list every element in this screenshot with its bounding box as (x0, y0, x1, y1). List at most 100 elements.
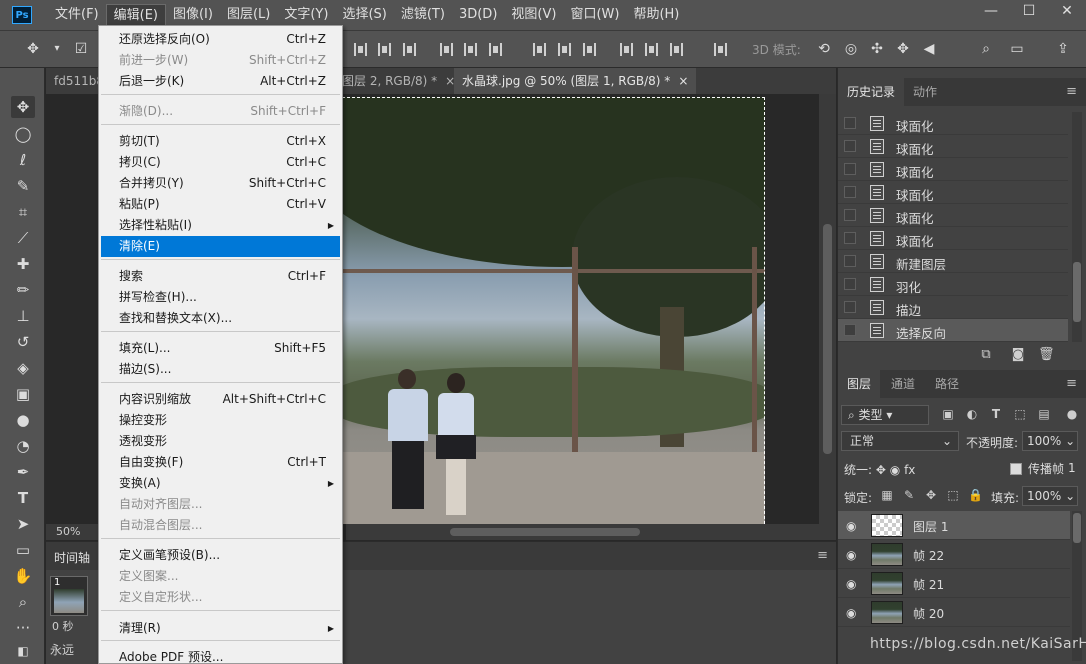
history-item[interactable]: 新建图层 (838, 250, 1068, 273)
zoom-tool-icon[interactable]: ⌕ (11, 591, 35, 613)
edit-menu-item[interactable]: 定义画笔预设(B)... (101, 545, 340, 566)
type-tool-icon[interactable]: T (11, 487, 35, 509)
pixel-filter-icon[interactable]: ▣ (940, 407, 956, 423)
opacity-input[interactable]: 100% ⌄ (1022, 431, 1078, 451)
distribute-hcenter-icon[interactable] (645, 43, 658, 56)
distribute-bottom-icon[interactable] (583, 43, 596, 56)
quick-select-icon[interactable]: ✎ (11, 175, 35, 197)
tab-actions[interactable]: 动作 (904, 78, 946, 106)
history-item[interactable]: 球面化 (838, 181, 1068, 204)
snapshot-checkbox[interactable] (844, 301, 856, 313)
fill-input[interactable]: 100% ⌄ (1022, 486, 1078, 506)
menu-edit[interactable]: 编辑(E) (105, 3, 166, 28)
healing-brush-icon[interactable]: ✚ (11, 253, 35, 275)
tab-paths[interactable]: 路径 (926, 370, 968, 398)
edit-menu-item[interactable]: 自由变换(F) Ctrl+T (101, 452, 340, 473)
snapshot-checkbox[interactable] (844, 209, 856, 221)
history-item-current[interactable]: 选择反向 (838, 319, 1068, 342)
eraser-icon[interactable]: ◈ (11, 357, 35, 379)
edit-menu-item[interactable]: Adobe PDF 预设... (101, 647, 340, 663)
pen-tool-icon[interactable]: ✒ (11, 461, 35, 483)
history-item[interactable]: 羽化 (838, 273, 1068, 296)
lock-all-icon[interactable]: 🔒 (968, 488, 983, 502)
loop-control[interactable]: 永远 (50, 641, 74, 658)
edit-menu-item[interactable]: 后退一步(K) Alt+Ctrl+Z (101, 71, 340, 92)
visibility-eye-icon[interactable]: ◉ (846, 577, 856, 591)
vertical-scrollbar[interactable] (819, 94, 836, 524)
edit-menu-item[interactable]: 还原选择反向(O) Ctrl+Z (101, 29, 340, 50)
visibility-eye-icon[interactable]: ◉ (846, 548, 856, 562)
move-tool-icon[interactable]: ✥ (24, 40, 42, 58)
close-icon[interactable]: × (678, 74, 688, 88)
camera-icon[interactable]: ◙ (1010, 347, 1026, 363)
edit-menu-item[interactable]: 变换(A) ▶ (101, 473, 340, 494)
hand-tool-icon[interactable]: ✋ (11, 565, 35, 587)
canvas-image[interactable] (342, 97, 765, 524)
lock-transparency-icon[interactable]: ▦ (880, 488, 894, 502)
tab-layers[interactable]: 图层 (838, 370, 881, 398)
blur-tool-icon[interactable]: ● (11, 409, 35, 431)
search-icon[interactable]: ⌕ (977, 40, 995, 58)
more-tools-icon[interactable]: ··· (11, 617, 35, 639)
marquee-tool-icon[interactable]: ◯ (11, 123, 35, 145)
layer-row[interactable]: ◉ 图层 1 (838, 511, 1070, 540)
layer-row[interactable]: ◉ 帧 20 (838, 598, 1070, 627)
path-select-icon[interactable]: ➤ (11, 513, 35, 535)
snapshot-checkbox[interactable] (844, 232, 856, 244)
close-icon[interactable]: ✕ (1048, 0, 1086, 22)
edit-menu-item[interactable]: 粘贴(P) Ctrl+V (101, 194, 340, 215)
menu-3d[interactable]: 3D(D) (452, 0, 504, 30)
horizontal-scrollbar[interactable] (346, 524, 836, 540)
auto-select-checkbox[interactable]: ☑ (72, 40, 90, 58)
panel-menu-icon[interactable]: ≡ (1066, 84, 1077, 99)
edit-menu-item[interactable]: 内容识别缩放 Alt+Shift+Ctrl+C (101, 389, 340, 410)
new-document-from-state-icon[interactable]: ⧉ (978, 347, 994, 363)
loop-options[interactable]: 永远 (50, 643, 74, 657)
menu-help[interactable]: 帮助(H) (626, 0, 686, 30)
layer-row[interactable]: ◉ 帧 21 (838, 569, 1070, 598)
history-item[interactable]: 球面化 (838, 112, 1068, 135)
snapshot-checkbox[interactable] (844, 255, 856, 267)
edit-menu-item[interactable]: 清理(R) ▶ (101, 618, 340, 639)
history-item[interactable]: 球面化 (838, 204, 1068, 227)
align-top-icon[interactable] (354, 43, 367, 56)
snapshot-checkbox[interactable] (844, 278, 856, 290)
auto-align-icon[interactable] (714, 43, 727, 56)
menu-select[interactable]: 选择(S) (335, 0, 393, 30)
menu-filter[interactable]: 滤镜(T) (394, 0, 452, 30)
edit-menu-item[interactable]: 拼写检查(H)... (101, 287, 340, 308)
move-tool-icon[interactable]: ✥ (11, 96, 35, 118)
pan-3d-icon[interactable]: ✣ (868, 40, 886, 58)
color-swatches-icon[interactable]: ◧ (11, 640, 35, 662)
frame-delay[interactable]: 0 秒 (52, 618, 74, 634)
edit-menu-item[interactable]: 描边(S)... (101, 359, 340, 380)
menu-file[interactable]: 文件(F) (48, 0, 106, 30)
distribute-top-icon[interactable] (533, 43, 546, 56)
menu-view[interactable]: 视图(V) (504, 0, 563, 30)
tab-history[interactable]: 历史记录 (838, 78, 905, 106)
layer-filter-select[interactable]: ⌕ 类型 ▾ (841, 405, 929, 425)
scale-3d-icon[interactable]: ◀ (920, 40, 938, 58)
lock-artboard-icon[interactable]: ⬚ (946, 488, 960, 502)
blend-mode-select[interactable]: 正常 ⌄ (841, 431, 959, 451)
gradient-icon[interactable]: ▣ (11, 383, 35, 405)
distribute-left-icon[interactable] (620, 43, 633, 56)
unify-visibility-icon[interactable]: ◉ (890, 463, 900, 477)
share-icon[interactable]: ⇪ (1054, 40, 1072, 58)
eyedropper-icon[interactable]: ⟋ (11, 227, 35, 249)
edit-menu-item[interactable]: 搜索 Ctrl+F (101, 266, 340, 287)
type-filter-icon[interactable]: T (988, 407, 1004, 423)
snapshot-checkbox[interactable] (844, 163, 856, 175)
align-vcenter-icon[interactable] (378, 43, 391, 56)
lasso-tool-icon[interactable]: ℓ (11, 149, 35, 171)
animation-frame[interactable]: 1 (50, 576, 88, 616)
snapshot-checkbox[interactable] (844, 117, 856, 129)
filter-toggle-icon[interactable]: ● (1064, 407, 1080, 423)
adjustment-filter-icon[interactable]: ◐ (964, 407, 980, 423)
edit-menu-item[interactable]: 合并拷贝(Y) Shift+Ctrl+C (101, 173, 340, 194)
menu-window[interactable]: 窗口(W) (563, 0, 626, 30)
doc-tab-3[interactable]: 水晶球.jpg @ 50% (图层 1, RGB/8) * × (454, 68, 697, 94)
edit-menu-item[interactable]: 透视变形 (101, 431, 340, 452)
distribute-vcenter-icon[interactable] (558, 43, 571, 56)
edit-menu-item[interactable]: 清除(E) (101, 236, 340, 257)
